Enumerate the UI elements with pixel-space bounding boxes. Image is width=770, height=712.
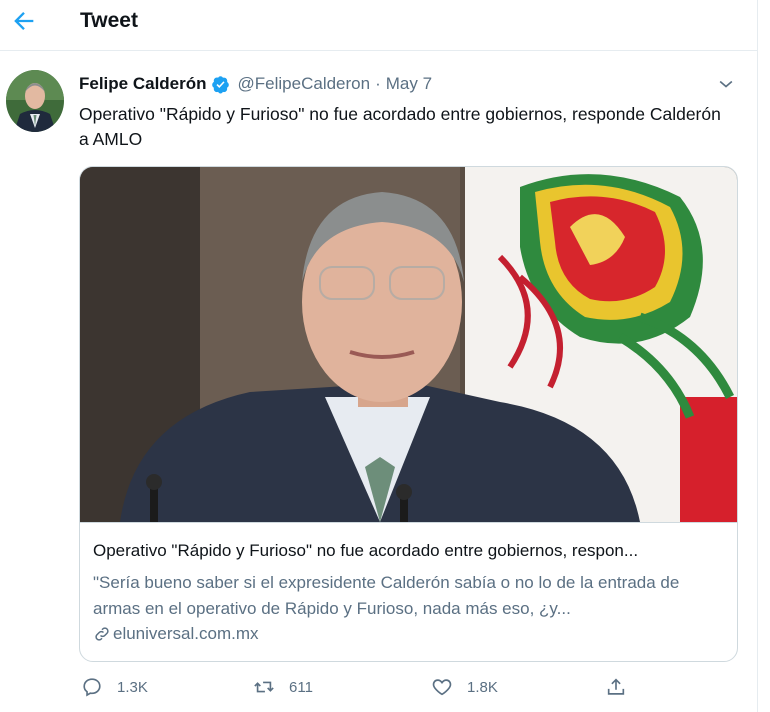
card-domain: eluniversal.com.mx: [93, 624, 259, 644]
avatar[interactable]: [6, 70, 64, 132]
like-count: 1.8K: [467, 678, 498, 696]
share-button[interactable]: [605, 676, 627, 698]
tweet-actions: 1.3K 611 1.8K: [79, 676, 739, 702]
share-icon: [607, 678, 625, 695]
window-edge: [757, 0, 770, 712]
heart-icon: [432, 679, 452, 696]
tweet-text: Operativo "Rápido y Furioso" no fue acor…: [79, 104, 721, 149]
page-header: Tweet: [0, 0, 757, 51]
card-image: [80, 167, 737, 523]
page-title: Tweet: [80, 9, 138, 32]
separator-dot: ·: [375, 74, 381, 93]
retweet-button[interactable]: 611: [253, 676, 313, 698]
reply-icon: [83, 678, 101, 697]
reply-count: 1.3K: [117, 678, 148, 696]
arrow-left-icon[interactable]: [10, 7, 38, 35]
link-icon: [95, 627, 109, 641]
chevron-down-icon[interactable]: [716, 74, 736, 94]
tweet-author-row: Felipe Calderón @FelipeCalderon · May 7: [79, 73, 432, 95]
verified-badge-icon: [211, 75, 229, 93]
like-button[interactable]: 1.8K: [431, 676, 498, 698]
card-domain-text: eluniversal.com.mx: [113, 624, 259, 643]
link-preview-card[interactable]: Operativo "Rápido y Furioso" no fue acor…: [79, 166, 738, 662]
card-description: "Sería bueno saber si el expresidente Ca…: [93, 573, 680, 618]
reply-button[interactable]: 1.3K: [81, 676, 148, 698]
card-title: Operativo "Rápido y Furioso" no fue acor…: [93, 541, 639, 560]
tweet-date[interactable]: May 7: [386, 74, 432, 94]
author-name[interactable]: Felipe Calderón: [79, 74, 207, 94]
retweet-icon: [254, 681, 274, 693]
retweet-count: 611: [289, 678, 313, 696]
author-handle[interactable]: @FelipeCalderon: [238, 74, 371, 94]
